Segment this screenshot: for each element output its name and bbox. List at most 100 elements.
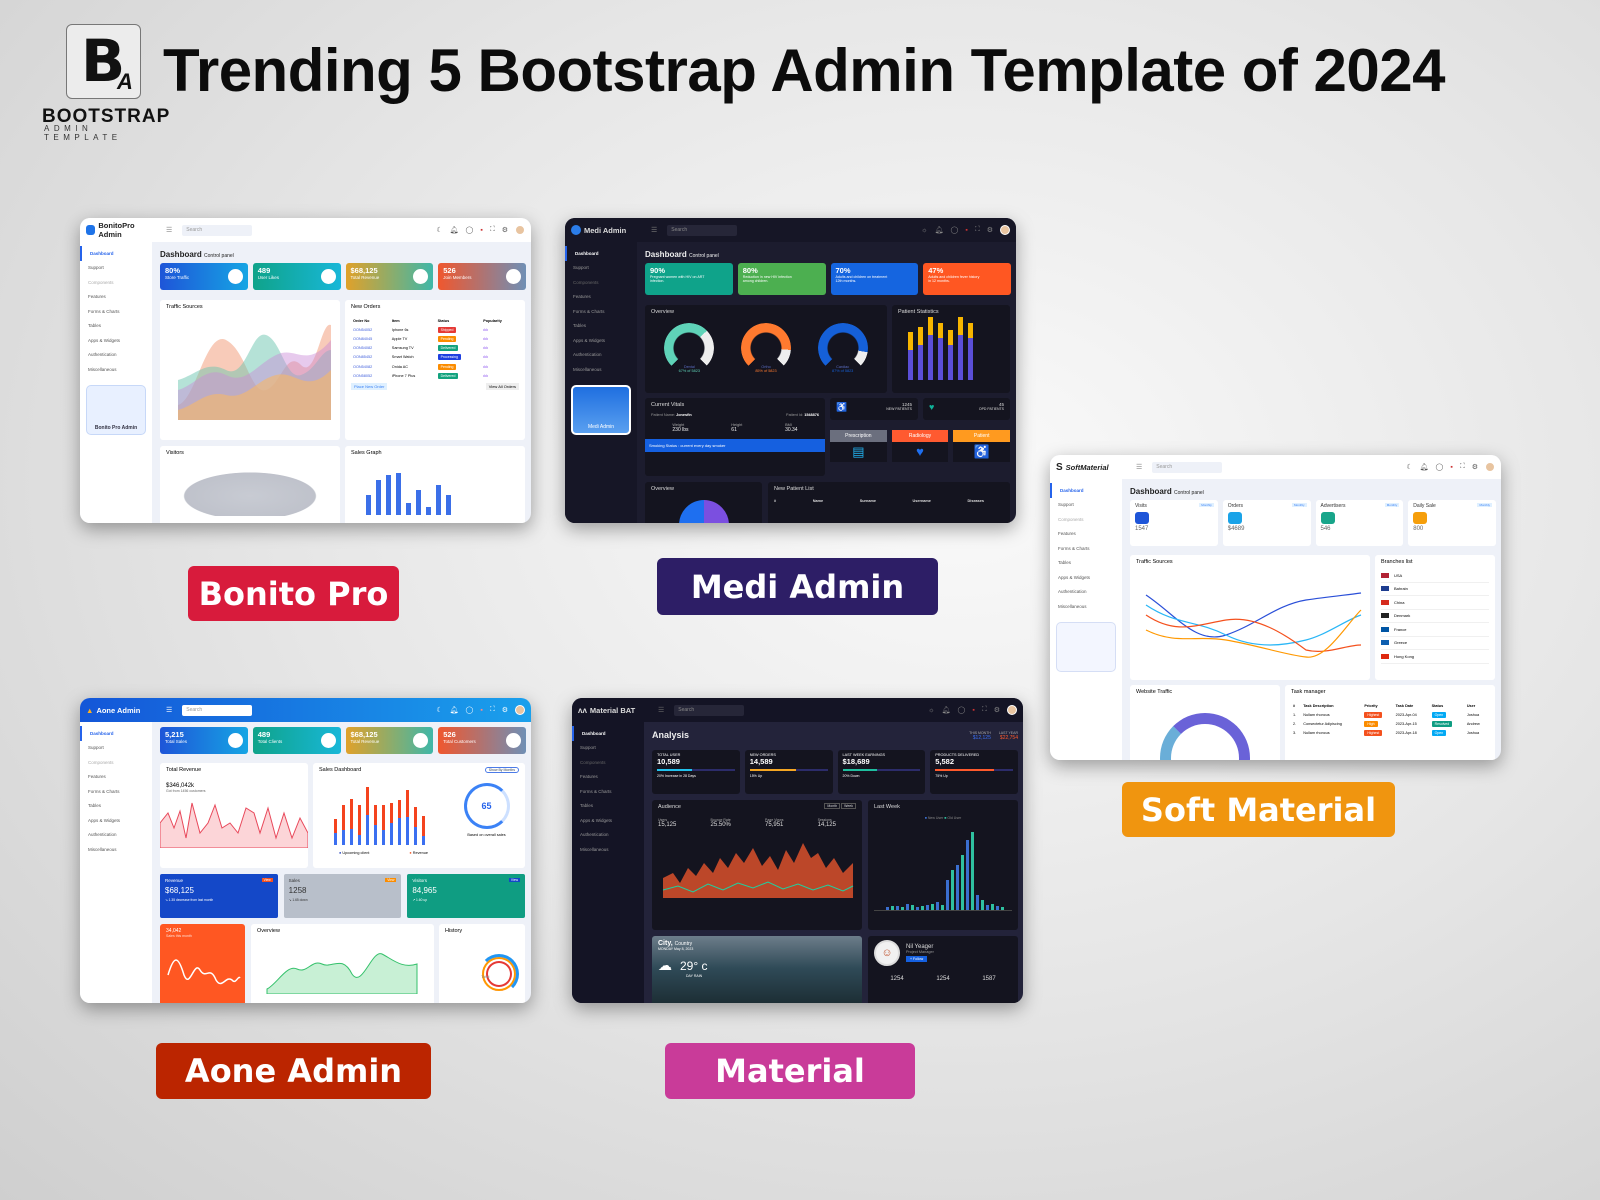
menu-icon[interactable]: ☰ [658,706,664,714]
bell-icon[interactable]: 🔔︎ [450,226,459,234]
view-orders-button[interactable]: View All Orders [485,383,519,391]
table-row[interactable]: OON54082 Samsung TV Delivered ılılı [351,344,519,353]
branch-item[interactable]: Greece [1381,637,1489,650]
settings-icon[interactable]: ⚙ [502,706,508,714]
sidebar-item-dashboard[interactable]: Dashboard [80,246,152,261]
sidebar-item-forms[interactable]: Forms & Charts [572,784,644,799]
menu-icon[interactable]: ☰ [651,226,657,234]
sidebar-item-misc[interactable]: Miscellaneous [80,362,152,377]
sidebar-item-support[interactable]: Support [1050,498,1122,513]
sidebar-item-auth[interactable]: Authentication [572,828,644,843]
settings-icon[interactable]: ⚙ [1472,463,1478,471]
radiology-button[interactable]: Radiology ♥ [891,430,949,462]
table-row[interactable]: OON58052 iPhone 7 Plus Delivered ılılı [351,371,519,380]
fullscreen-icon[interactable]: ⛶ [975,226,980,234]
view-button[interactable]: View [385,878,397,882]
moon-icon[interactable]: ☾ [436,226,442,234]
menu-icon[interactable]: ☰ [166,226,172,234]
flag-icon[interactable]: ▪ [965,227,967,234]
table-row[interactable]: OON84045 Apple TV Pending ılılı [351,334,519,343]
avatar[interactable] [515,705,525,715]
fullscreen-icon[interactable]: ⛶ [982,706,987,714]
search-input[interactable]: Search [182,224,253,236]
avatar[interactable] [1007,705,1017,715]
sidebar-item-misc[interactable]: Miscellaneous [80,842,152,857]
sidebar-item-dashboard[interactable]: Dashboard [565,246,637,261]
patient-button[interactable]: Patient ♿ [953,430,1011,462]
label-medi-admin[interactable]: Medi Admin [657,558,938,615]
fullscreen-icon[interactable]: ⛶ [1460,463,1465,471]
sidebar-item-features[interactable]: Features [1050,527,1122,542]
table-row[interactable]: OON54082 Onida AC Pending ılılı [351,362,519,371]
sidebar-item-support[interactable]: Support [80,261,152,276]
sidebar-item-tables[interactable]: Tables [572,799,644,814]
label-aone-admin[interactable]: Aone Admin [156,1043,431,1099]
screenshot-aone-admin[interactable]: ▲ Aone Admin ☰ Search ☾ 🔔︎ ◯ ▪ ⛶ ⚙ Dashboard S… [80,698,531,1003]
table-row[interactable]: 2. Consectetur Adipiscing High 2023-Apr-15 R… [1291,719,1489,728]
chat-icon[interactable]: ◯ [950,226,958,234]
sidebar-item-apps[interactable]: Apps & Widgets [80,813,152,828]
sidebar-item-tables[interactable]: Tables [80,319,152,334]
moon-icon[interactable]: ☾ [1406,463,1412,471]
screenshot-bonito-pro[interactable]: BonitoPro Admin ☰ Search ☾ 🔔︎ ◯ ▪ ⛶ ⚙ Dashboa… [80,218,531,523]
sidebar-item-dashboard[interactable]: Dashboard [572,726,644,741]
fullscreen-icon[interactable]: ⛶ [490,706,495,714]
avatar[interactable] [1000,225,1010,235]
label-bonito-pro[interactable]: Bonito Pro [188,566,399,621]
branch-item[interactable]: USA [1381,569,1489,583]
screenshot-soft-material[interactable]: S SoftMaterial ☰ Search ☾ 🔔︎ ◯ ▪ ⛶ ⚙ Dashboard… [1050,455,1501,760]
sun-icon[interactable]: ☼ [928,707,934,714]
flag-icon[interactable]: ▪ [972,707,974,714]
fullscreen-icon[interactable]: ⛶ [490,226,495,234]
table-row[interactable]: 3. Nullam rhoncus Highest 2023-Apr-18 Open Jo… [1291,729,1489,738]
sidebar-item-dashboard[interactable]: Dashboard [80,726,152,741]
sidebar-item-misc[interactable]: Miscellaneous [1050,599,1122,614]
sidebar-item-support[interactable]: Support [572,741,644,756]
sidebar-item-tables[interactable]: Tables [80,799,152,814]
view-button[interactable]: View [261,878,273,882]
screenshot-medi-admin[interactable]: Medi Admin ☰ Search ☼ 🔔︎ ◯ ▪ ⛶ ⚙ Dashboard Su… [565,218,1016,523]
avatar[interactable] [1485,462,1495,472]
sidebar-item-misc[interactable]: Miscellaneous [572,842,644,857]
menu-icon[interactable]: ☰ [166,706,172,714]
sidebar-item-support[interactable]: Support [80,741,152,756]
tab-week[interactable]: Week [841,803,856,809]
flag-icon[interactable]: ▪ [1450,464,1452,471]
branch-item[interactable]: China [1381,596,1489,610]
branch-item[interactable]: Bahrain [1381,583,1489,596]
settings-icon[interactable]: ⚙ [502,226,508,234]
sidebar-item-apps[interactable]: Apps & Widgets [1050,570,1122,585]
table-row[interactable]: OON54052 Iphone 6s Shipped ılılı [351,325,519,334]
screenshot-material[interactable]: ʌʌ Material BAT ☰ Search ☼ 🔔︎ ◯ ▪ ⛶ ⚙ Dashboar… [572,698,1023,1003]
sidebar-item-apps[interactable]: Apps & Widgets [565,333,637,348]
label-material[interactable]: Material [665,1043,915,1099]
sidebar-item-features[interactable]: Features [80,770,152,785]
sidebar-item-auth[interactable]: Authentication [1050,585,1122,600]
moon-icon[interactable]: ☾ [436,706,442,714]
sidebar-item-apps[interactable]: Apps & Widgets [80,333,152,348]
sidebar-item-auth[interactable]: Authentication [80,348,152,363]
flag-icon[interactable]: ▪ [480,227,482,234]
sidebar-item-features[interactable]: Features [80,290,152,305]
world-map[interactable] [166,466,334,516]
search-input[interactable]: Search [1152,461,1223,473]
place-order-button[interactable]: Place New Order [351,383,388,391]
sidebar-item-misc[interactable]: Miscellaneous [565,362,637,377]
bell-icon[interactable]: 🔔︎ [450,706,459,714]
sidebar-item-forms[interactable]: Forms & Charts [80,784,152,799]
sidebar-item-forms[interactable]: Forms & Charts [1050,541,1122,556]
prescription-button[interactable]: Prescription ▤ [830,430,887,462]
avatar[interactable] [515,225,525,235]
sidebar-item-features[interactable]: Features [565,290,637,305]
chat-icon[interactable]: ◯ [465,226,473,234]
chat-icon[interactable]: ◯ [1435,463,1443,471]
follow-button[interactable]: + Follow [906,956,928,962]
branch-item[interactable]: Denmark [1381,610,1489,623]
sidebar-item-tables[interactable]: Tables [565,319,637,334]
sidebar-item-auth[interactable]: Authentication [565,348,637,363]
bell-icon[interactable]: 🔔︎ [935,226,944,234]
tab-month[interactable]: Month [824,803,841,809]
settings-icon[interactable]: ⚙ [987,226,993,234]
view-button[interactable]: View [508,878,521,882]
search-input[interactable]: Search [667,224,738,236]
